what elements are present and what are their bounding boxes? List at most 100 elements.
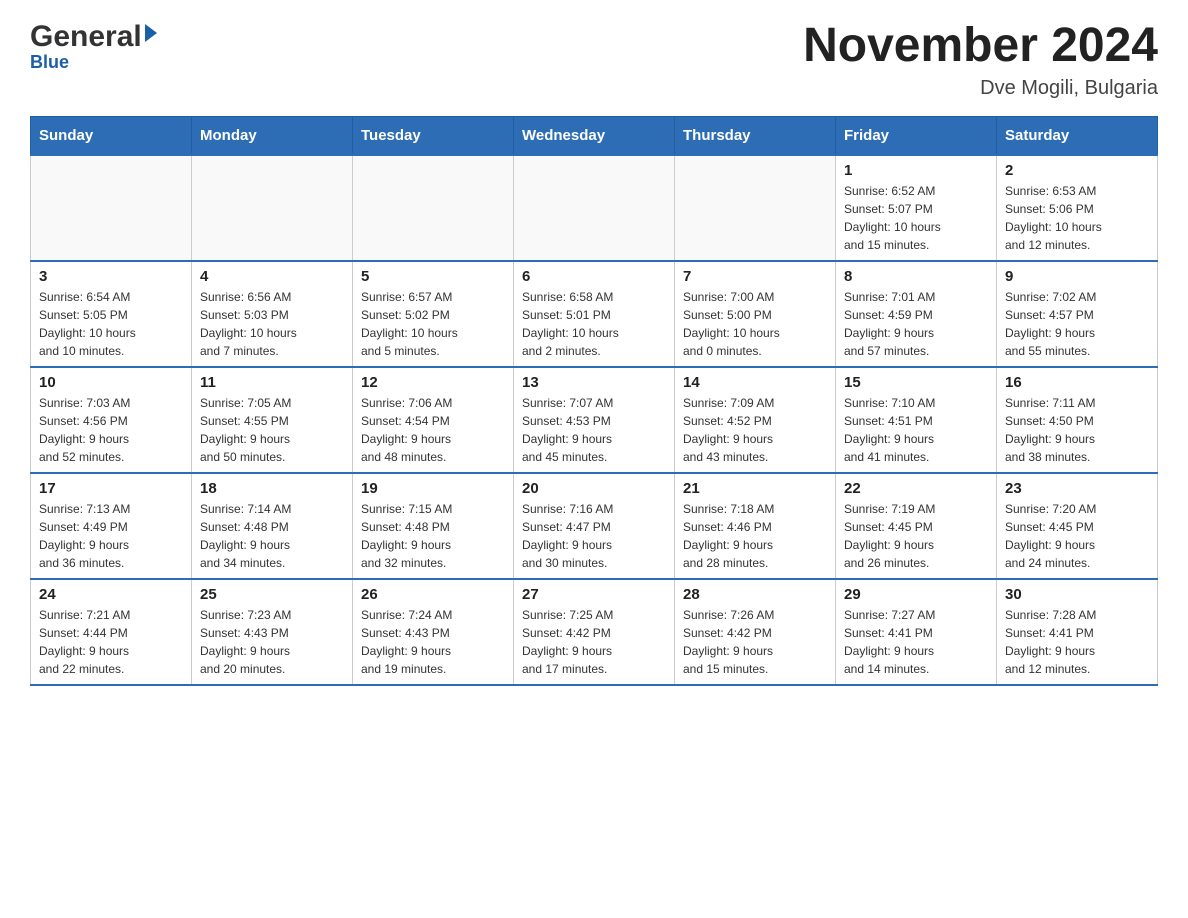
- calendar-day-cell: 7Sunrise: 7:00 AM Sunset: 5:00 PM Daylig…: [675, 261, 836, 367]
- day-number: 6: [522, 268, 666, 285]
- day-number: 4: [200, 268, 344, 285]
- weekday-header-wednesday: Wednesday: [514, 116, 675, 155]
- logo-general-text: General: [30, 20, 142, 54]
- calendar-day-cell: 30 Sunrise: 7:28 AM Sunset: 4:41 PM Dayli…: [997, 579, 1158, 685]
- calendar-day-cell: 2 Sunrise: 6:53 AM Sunset: 5:06 PM Daylig…: [997, 155, 1158, 261]
- calendar-day-cell: 14Sunrise: 7:09 AM Sunset: 4:52 PM Dayli…: [675, 367, 836, 473]
- calendar-day-cell: 28 Sunrise: 7:26 AM Sunset: 4:42 PM Dayli…: [675, 579, 836, 685]
- calendar-day-cell: [514, 155, 675, 261]
- day-number: 20: [522, 480, 666, 497]
- calendar-day-cell: [31, 155, 192, 261]
- day-info: Sunrise: 7:24 AM Sunset: 4:43 PM Dayligh…: [361, 606, 505, 678]
- calendar-day-cell: 13 Sunrise: 7:07 AM Sunset: 4:53 PM Dayli…: [514, 367, 675, 473]
- page-header: General Blue November 2024 Dve Mogili, B…: [30, 20, 1158, 100]
- day-number: 27: [522, 586, 666, 603]
- day-info: Sunrise: 7:18 AM Sunset: 4:46 PM Dayligh…: [683, 500, 827, 572]
- calendar-day-cell: [353, 155, 514, 261]
- calendar-day-cell: 27 Sunrise: 7:25 AM Sunset: 4:42 PM Dayli…: [514, 579, 675, 685]
- day-info: Sunrise: 7:05 AM Sunset: 4:55 PM Dayligh…: [200, 394, 344, 466]
- day-number: 3: [39, 268, 183, 285]
- day-info: Sunrise: 6:52 AM Sunset: 5:07 PM Dayligh…: [844, 182, 988, 254]
- day-number: 25: [200, 586, 344, 603]
- day-number: 29: [844, 586, 988, 603]
- calendar-day-cell: 19Sunrise: 7:15 AM Sunset: 4:48 PM Dayli…: [353, 473, 514, 579]
- day-number: 14: [683, 374, 827, 391]
- location-label: Dve Mogili, Bulgaria: [803, 77, 1158, 100]
- day-info: Sunrise: 7:00 AM Sunset: 5:00 PM Dayligh…: [683, 288, 827, 360]
- day-info: Sunrise: 7:15 AM Sunset: 4:48 PM Dayligh…: [361, 500, 505, 572]
- day-info: Sunrise: 7:11 AM Sunset: 4:50 PM Dayligh…: [1005, 394, 1149, 466]
- weekday-header-tuesday: Tuesday: [353, 116, 514, 155]
- weekday-header-friday: Friday: [836, 116, 997, 155]
- day-number: 23: [1005, 480, 1149, 497]
- day-info: Sunrise: 7:13 AM Sunset: 4:49 PM Dayligh…: [39, 500, 183, 572]
- calendar-week-row: 1 Sunrise: 6:52 AM Sunset: 5:07 PM Daylig…: [31, 155, 1158, 261]
- calendar-day-cell: 26Sunrise: 7:24 AM Sunset: 4:43 PM Dayli…: [353, 579, 514, 685]
- day-number: 17: [39, 480, 183, 497]
- calendar-day-cell: 1 Sunrise: 6:52 AM Sunset: 5:07 PM Daylig…: [836, 155, 997, 261]
- day-info: Sunrise: 7:16 AM Sunset: 4:47 PM Dayligh…: [522, 500, 666, 572]
- day-info: Sunrise: 7:07 AM Sunset: 4:53 PM Dayligh…: [522, 394, 666, 466]
- calendar-week-row: 17 Sunrise: 7:13 AM Sunset: 4:49 PM Dayli…: [31, 473, 1158, 579]
- calendar-week-row: 24 Sunrise: 7:21 AM Sunset: 4:44 PM Dayli…: [31, 579, 1158, 685]
- calendar-day-cell: 4 Sunrise: 6:56 AM Sunset: 5:03 PM Daylig…: [192, 261, 353, 367]
- day-info: Sunrise: 7:01 AM Sunset: 4:59 PM Dayligh…: [844, 288, 988, 360]
- calendar-day-cell: 23 Sunrise: 7:20 AM Sunset: 4:45 PM Dayli…: [997, 473, 1158, 579]
- day-info: Sunrise: 6:58 AM Sunset: 5:01 PM Dayligh…: [522, 288, 666, 360]
- weekday-header-sunday: Sunday: [31, 116, 192, 155]
- calendar-day-cell: 16 Sunrise: 7:11 AM Sunset: 4:50 PM Dayli…: [997, 367, 1158, 473]
- day-info: Sunrise: 7:19 AM Sunset: 4:45 PM Dayligh…: [844, 500, 988, 572]
- calendar-day-cell: 21Sunrise: 7:18 AM Sunset: 4:46 PM Dayli…: [675, 473, 836, 579]
- day-info: Sunrise: 7:27 AM Sunset: 4:41 PM Dayligh…: [844, 606, 988, 678]
- day-info: Sunrise: 6:57 AM Sunset: 5:02 PM Dayligh…: [361, 288, 505, 360]
- day-info: Sunrise: 7:21 AM Sunset: 4:44 PM Dayligh…: [39, 606, 183, 678]
- day-number: 16: [1005, 374, 1149, 391]
- day-info: Sunrise: 7:06 AM Sunset: 4:54 PM Dayligh…: [361, 394, 505, 466]
- weekday-header-monday: Monday: [192, 116, 353, 155]
- day-number: 15: [844, 374, 988, 391]
- day-number: 18: [200, 480, 344, 497]
- calendar-day-cell: 3Sunrise: 6:54 AM Sunset: 5:05 PM Daylig…: [31, 261, 192, 367]
- calendar-week-row: 10Sunrise: 7:03 AM Sunset: 4:56 PM Dayli…: [31, 367, 1158, 473]
- calendar-week-row: 3Sunrise: 6:54 AM Sunset: 5:05 PM Daylig…: [31, 261, 1158, 367]
- day-number: 24: [39, 586, 183, 603]
- calendar-day-cell: 9 Sunrise: 7:02 AM Sunset: 4:57 PM Daylig…: [997, 261, 1158, 367]
- day-info: Sunrise: 7:10 AM Sunset: 4:51 PM Dayligh…: [844, 394, 988, 466]
- day-number: 8: [844, 268, 988, 285]
- calendar-day-cell: [675, 155, 836, 261]
- day-number: 9: [1005, 268, 1149, 285]
- calendar-day-cell: 20 Sunrise: 7:16 AM Sunset: 4:47 PM Dayli…: [514, 473, 675, 579]
- day-number: 2: [1005, 162, 1149, 179]
- calendar-day-cell: 18Sunrise: 7:14 AM Sunset: 4:48 PM Dayli…: [192, 473, 353, 579]
- calendar-day-cell: [192, 155, 353, 261]
- day-number: 12: [361, 374, 505, 391]
- day-number: 13: [522, 374, 666, 391]
- calendar-header-row: SundayMondayTuesdayWednesdayThursdayFrid…: [31, 116, 1158, 155]
- calendar-day-cell: 8 Sunrise: 7:01 AM Sunset: 4:59 PM Daylig…: [836, 261, 997, 367]
- logo-blue-text: Blue: [30, 52, 69, 73]
- day-info: Sunrise: 7:02 AM Sunset: 4:57 PM Dayligh…: [1005, 288, 1149, 360]
- day-number: 5: [361, 268, 505, 285]
- calendar-table: SundayMondayTuesdayWednesdayThursdayFrid…: [30, 116, 1158, 686]
- title-section: November 2024 Dve Mogili, Bulgaria: [803, 20, 1158, 100]
- calendar-day-cell: 6 Sunrise: 6:58 AM Sunset: 5:01 PM Daylig…: [514, 261, 675, 367]
- day-number: 1: [844, 162, 988, 179]
- calendar-day-cell: 12 Sunrise: 7:06 AM Sunset: 4:54 PM Dayli…: [353, 367, 514, 473]
- day-number: 28: [683, 586, 827, 603]
- month-title: November 2024: [803, 20, 1158, 73]
- weekday-header-thursday: Thursday: [675, 116, 836, 155]
- day-info: Sunrise: 7:26 AM Sunset: 4:42 PM Dayligh…: [683, 606, 827, 678]
- day-info: Sunrise: 7:23 AM Sunset: 4:43 PM Dayligh…: [200, 606, 344, 678]
- calendar-day-cell: 29 Sunrise: 7:27 AM Sunset: 4:41 PM Dayli…: [836, 579, 997, 685]
- day-info: Sunrise: 6:56 AM Sunset: 5:03 PM Dayligh…: [200, 288, 344, 360]
- day-info: Sunrise: 7:25 AM Sunset: 4:42 PM Dayligh…: [522, 606, 666, 678]
- day-info: Sunrise: 7:28 AM Sunset: 4:41 PM Dayligh…: [1005, 606, 1149, 678]
- day-number: 10: [39, 374, 183, 391]
- calendar-day-cell: 17 Sunrise: 7:13 AM Sunset: 4:49 PM Dayli…: [31, 473, 192, 579]
- calendar-day-cell: 15 Sunrise: 7:10 AM Sunset: 4:51 PM Dayli…: [836, 367, 997, 473]
- day-info: Sunrise: 6:53 AM Sunset: 5:06 PM Dayligh…: [1005, 182, 1149, 254]
- logo: General Blue: [30, 20, 157, 73]
- day-info: Sunrise: 7:20 AM Sunset: 4:45 PM Dayligh…: [1005, 500, 1149, 572]
- calendar-day-cell: 25 Sunrise: 7:23 AM Sunset: 4:43 PM Dayli…: [192, 579, 353, 685]
- day-number: 30: [1005, 586, 1149, 603]
